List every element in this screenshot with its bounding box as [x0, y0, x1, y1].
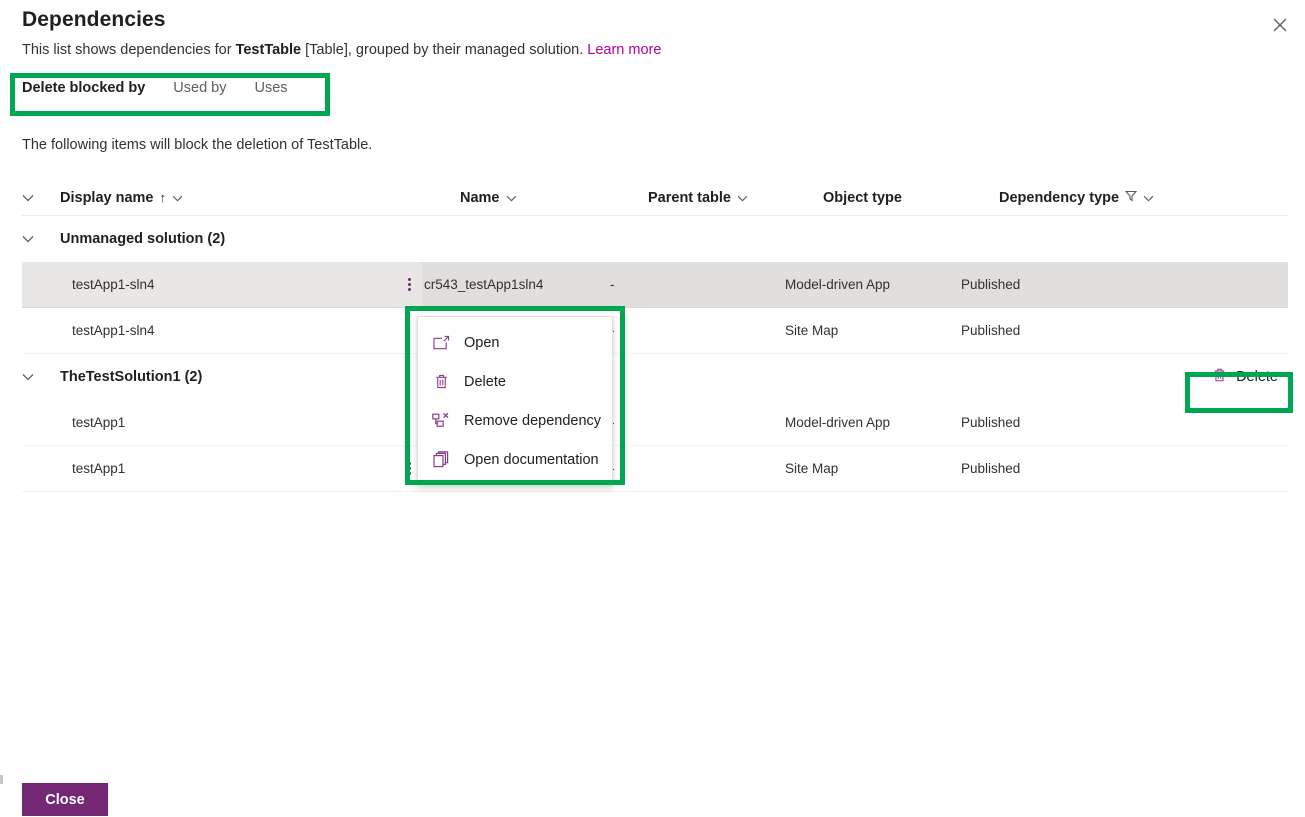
- cell-object-type: Model-driven App: [785, 415, 961, 430]
- tab-uses[interactable]: Uses: [255, 80, 288, 106]
- column-header-object-type-label: Object type: [823, 190, 902, 206]
- cell-display-name-text: testApp1: [72, 415, 125, 430]
- cell-display-name: testApp1: [22, 400, 422, 445]
- scroll-edge-artifact: [0, 775, 3, 784]
- chevron-down-icon[interactable]: [1143, 190, 1154, 206]
- context-menu-item-open-documentation-label: Open documentation: [464, 452, 599, 468]
- filter-icon[interactable]: [1125, 190, 1137, 206]
- column-header-parent-table[interactable]: Parent table: [648, 190, 823, 206]
- column-header-object-type[interactable]: Object type: [823, 190, 999, 206]
- group-delete-button[interactable]: Delete: [1202, 361, 1288, 393]
- group-label: Unmanaged solution (2): [60, 231, 460, 247]
- notice-text: The following items will block the delet…: [22, 137, 372, 153]
- expand-all-chevron-icon[interactable]: [22, 194, 60, 202]
- column-header-dependency-type-label: Dependency type: [999, 190, 1119, 206]
- close-button[interactable]: Close: [22, 783, 108, 816]
- cell-display-name-text: testApp1: [72, 461, 125, 476]
- dependencies-grid: Display name ↑ Name Parent table Object: [22, 180, 1288, 492]
- learn-more-link[interactable]: Learn more: [587, 42, 661, 58]
- tab-delete-blocked-by[interactable]: Delete blocked by: [22, 80, 145, 106]
- dependencies-dialog: Dependencies This list shows dependencie…: [0, 0, 1305, 817]
- open-in-new-icon: [432, 334, 450, 352]
- cell-object-type: Site Map: [785, 461, 961, 476]
- row-context-menu: Open Delete Remove dependency: [417, 316, 613, 486]
- context-menu-item-open-documentation[interactable]: Open documentation: [418, 440, 612, 479]
- group-header-row[interactable]: TheTestSolution1 (2) Delete: [22, 354, 1288, 400]
- context-menu-item-delete[interactable]: Delete: [418, 362, 612, 401]
- close-icon[interactable]: [1265, 10, 1295, 40]
- chevron-down-icon[interactable]: [506, 190, 517, 206]
- cell-dependency-type: Published: [961, 277, 1288, 292]
- table-row[interactable]: testApp1-sln4 cr543_testApp1sln4 - Model…: [22, 262, 1288, 308]
- trash-icon: [1212, 367, 1227, 387]
- chevron-down-icon[interactable]: [172, 190, 183, 206]
- table-row[interactable]: testApp1-sln4 - Site Map Published: [22, 308, 1288, 354]
- tab-used-by[interactable]: Used by: [173, 80, 226, 106]
- subtitle-middle: [Table], grouped by their managed soluti…: [301, 42, 587, 58]
- column-header-name[interactable]: Name: [460, 190, 648, 206]
- subtitle-prefix: This list shows dependencies for: [22, 42, 236, 58]
- context-menu-item-open[interactable]: Open: [418, 323, 612, 362]
- table-row[interactable]: testApp1 - Model-driven App Published: [22, 400, 1288, 446]
- table-row[interactable]: testApp1 testApp1 - Site Map Published: [22, 446, 1288, 492]
- context-menu-item-remove-dependency[interactable]: Remove dependency: [418, 401, 612, 440]
- column-header-dependency-type[interactable]: Dependency type: [999, 190, 1288, 206]
- chevron-down-icon[interactable]: [737, 190, 748, 206]
- group-delete-label: Delete: [1236, 369, 1278, 385]
- context-menu-item-delete-label: Delete: [464, 374, 506, 390]
- context-menu-item-remove-dependency-label: Remove dependency: [464, 413, 601, 429]
- cell-object-type: Model-driven App: [785, 277, 961, 292]
- cell-dependency-type: Published: [961, 461, 1288, 476]
- cell-parent-table: -: [610, 277, 785, 292]
- sort-ascending-icon: ↑: [160, 190, 167, 205]
- cell-parent-table: -: [610, 415, 785, 430]
- cell-display-name: testApp1-sln4: [22, 308, 422, 353]
- column-header-display-name-label: Display name: [60, 190, 154, 206]
- cell-display-name-text: testApp1-sln4: [72, 323, 155, 338]
- group-header-row[interactable]: Unmanaged solution (2): [22, 216, 1288, 262]
- cell-parent-table: -: [610, 323, 785, 338]
- group-expand-chevron-icon[interactable]: [22, 373, 60, 381]
- cell-dependency-type: Published: [961, 323, 1288, 338]
- column-header-display-name[interactable]: Display name ↑: [60, 190, 460, 206]
- context-menu-item-open-label: Open: [464, 335, 499, 351]
- cell-object-type: Site Map: [785, 323, 961, 338]
- cell-parent-table: -: [610, 461, 785, 476]
- cell-display-name: testApp1-sln4: [22, 262, 422, 307]
- dialog-subtitle: This list shows dependencies for TestTab…: [22, 42, 661, 58]
- active-tab-indicator: [22, 112, 149, 115]
- tab-list: Delete blocked by Used by Uses: [22, 80, 288, 106]
- cell-dependency-type: Published: [961, 415, 1288, 430]
- column-header-name-label: Name: [460, 190, 500, 206]
- subtitle-entity-name: TestTable: [236, 42, 302, 58]
- column-header-parent-table-label: Parent table: [648, 190, 731, 206]
- documentation-icon: [432, 451, 450, 469]
- row-more-actions-icon[interactable]: [400, 276, 418, 294]
- cell-name: cr543_testApp1sln4: [422, 277, 610, 292]
- trash-icon: [432, 373, 450, 391]
- page-title: Dependencies: [22, 8, 166, 32]
- group-expand-chevron-icon[interactable]: [22, 235, 60, 243]
- remove-dependency-icon: [432, 412, 450, 430]
- cell-display-name: testApp1: [22, 446, 422, 491]
- cell-display-name-text: testApp1-sln4: [72, 277, 155, 292]
- row-more-actions-icon[interactable]: [400, 460, 418, 478]
- group-label: TheTestSolution1 (2): [60, 369, 460, 385]
- grid-header-row: Display name ↑ Name Parent table Object: [22, 180, 1288, 216]
